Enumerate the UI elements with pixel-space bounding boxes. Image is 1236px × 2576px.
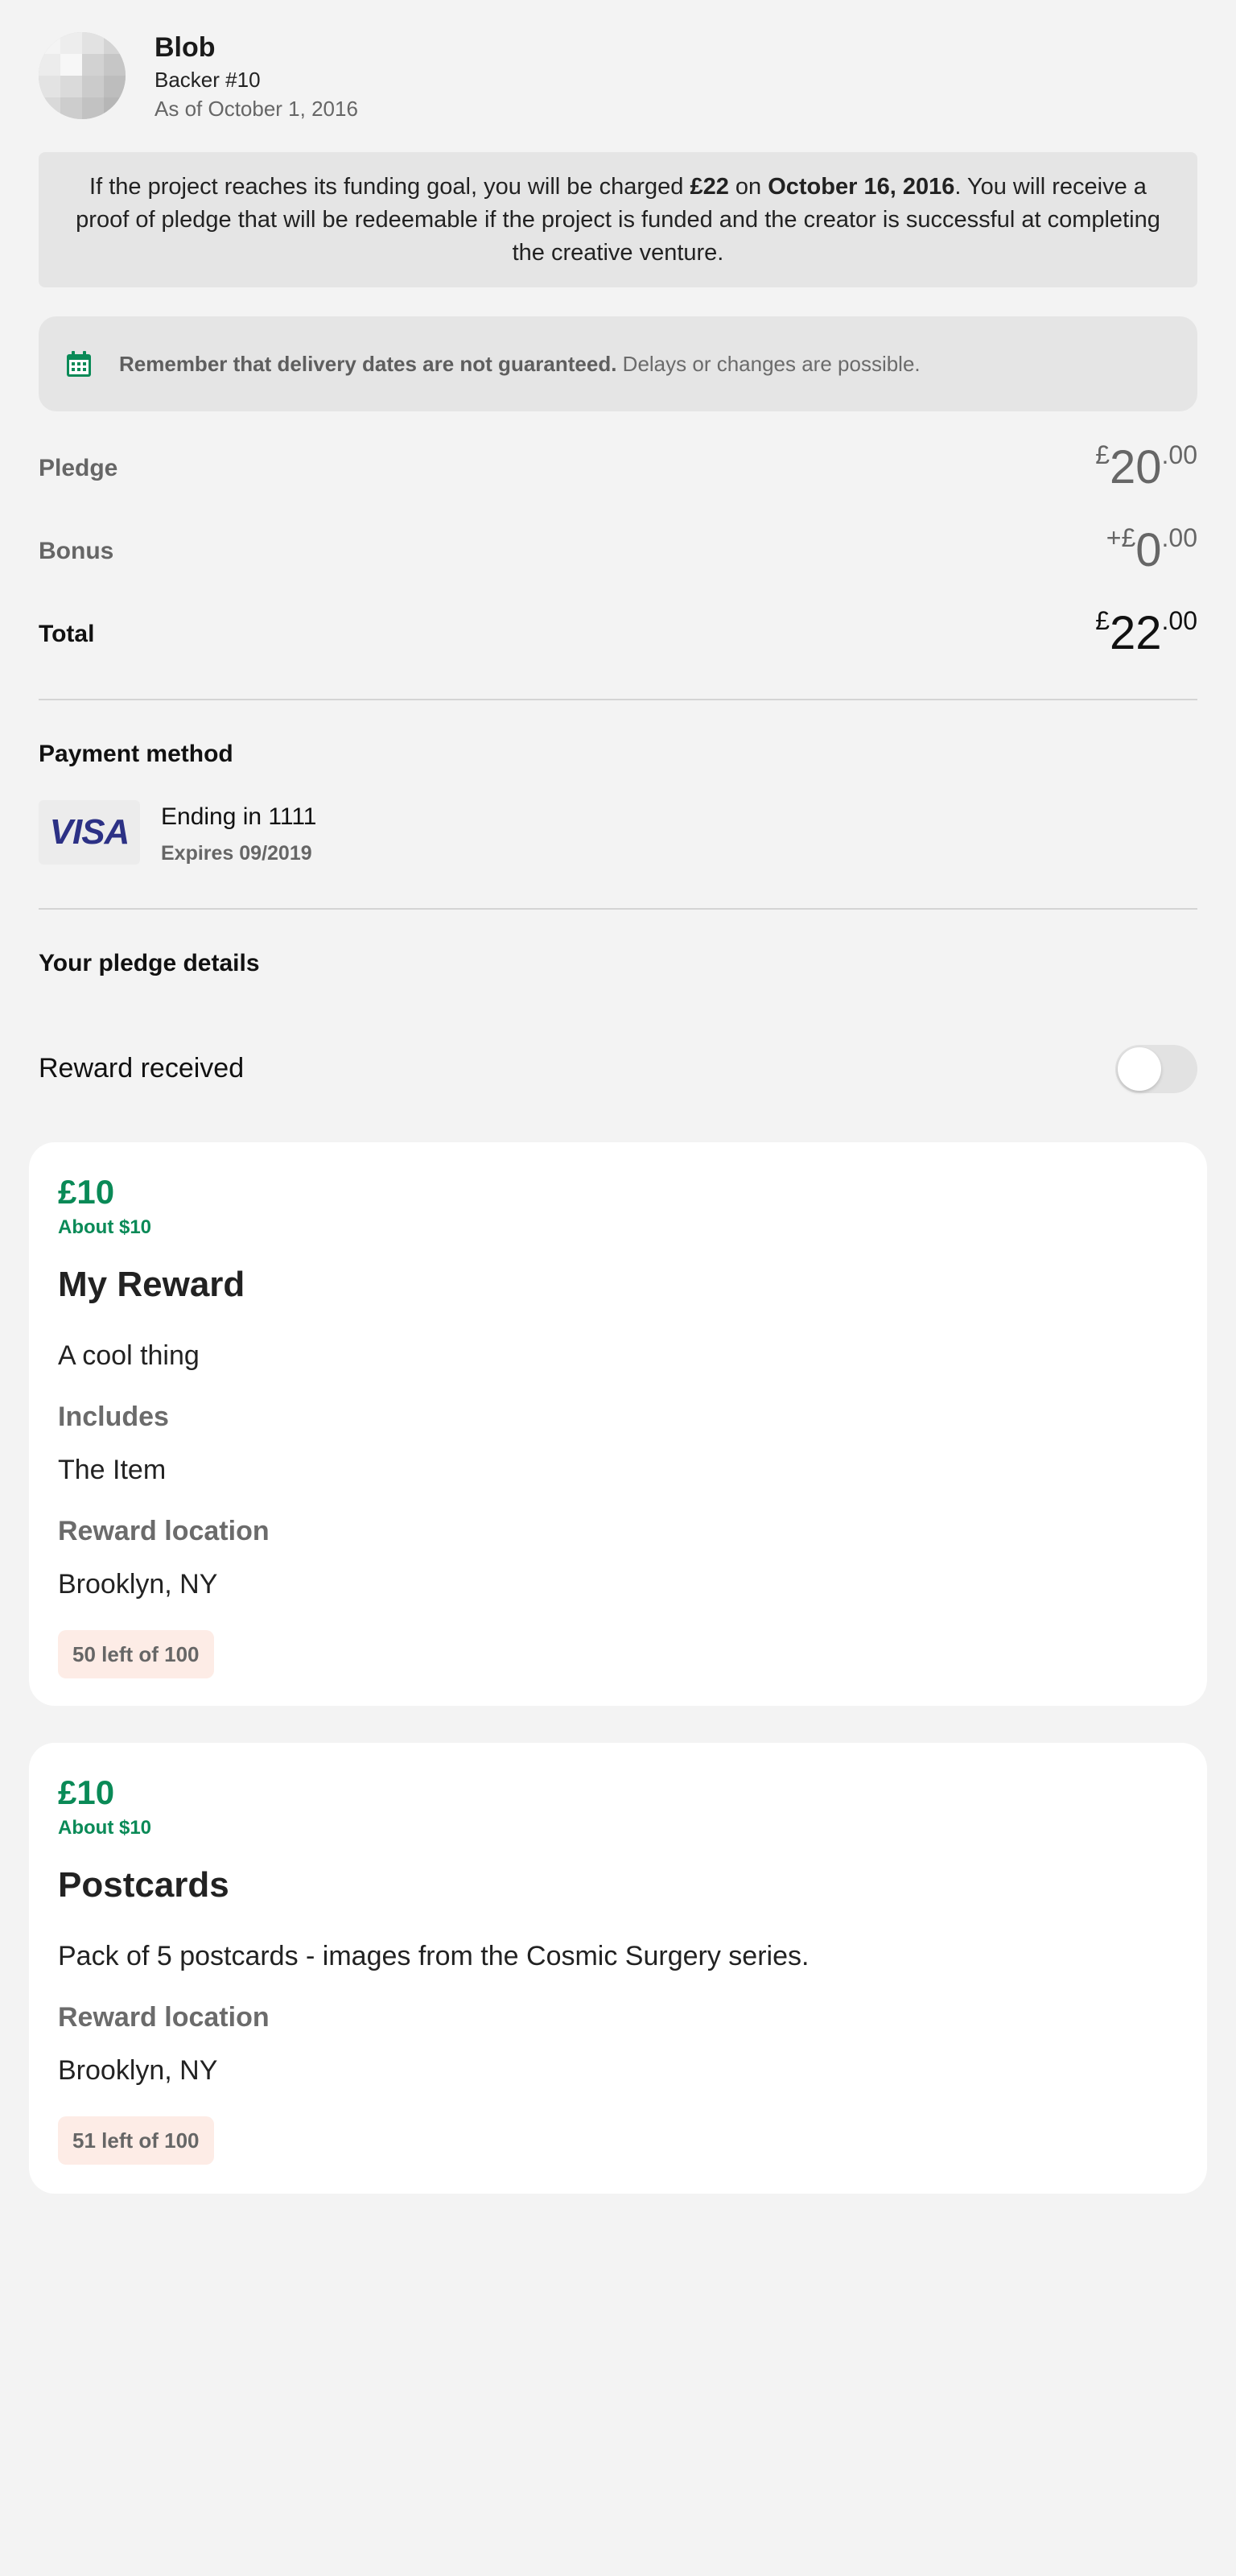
reward-description: Pack of 5 postcards - images from the Co… (58, 1941, 810, 1971)
divider (39, 908, 1197, 910)
reward-title: My Reward (58, 1265, 245, 1304)
reward-includes-item: The Item (58, 1455, 167, 1485)
reward-converted-price: About $10 (58, 1817, 152, 1839)
amount-cents: .00 (1161, 523, 1197, 552)
pledge-details-page: Blob Backer #10 As of October 1, 2016 If… (0, 0, 1236, 2576)
total-label: Total (39, 621, 95, 647)
amount-cents: .00 (1161, 440, 1197, 469)
delivery-warning-text: Remember that delivery dates are not gua… (119, 352, 921, 377)
pledge-label: Pledge (39, 455, 118, 481)
reward-card: £10 About $10 My Reward A cool thing Inc… (29, 1142, 1207, 1706)
reward-converted-price: About $10 (58, 1216, 152, 1238)
reward-location-label: Reward location (58, 2002, 270, 2033)
reward-price: £10 (58, 1773, 115, 1811)
notice-text-part: If the project reaches its funding goal,… (89, 173, 690, 200)
total-amount: £22.00 (1095, 606, 1197, 660)
toggle-knob (1118, 1047, 1161, 1091)
card-expiry: Expires 09/2019 (161, 842, 312, 865)
charge-notice: If the project reaches its funding goal,… (39, 152, 1197, 287)
calendar-icon (67, 351, 91, 377)
reward-title: Postcards (58, 1865, 229, 1905)
card-brand: VISA (49, 812, 130, 852)
currency-prefix: +£ (1106, 523, 1136, 552)
visa-card-logo: VISA (39, 800, 140, 865)
reward-location-label: Reward location (58, 1516, 270, 1546)
reward-description: A cool thing (58, 1340, 200, 1371)
avatar (39, 32, 126, 119)
backer-number: Backer #10 (154, 68, 261, 92)
backer-name: Blob (154, 32, 216, 63)
backer-as-of-date: As of October 1, 2016 (154, 97, 358, 121)
delivery-warning-bold: Remember that delivery dates are not gua… (119, 351, 617, 376)
amount-whole: 22 (1110, 607, 1162, 659)
reward-card: £10 About $10 Postcards Pack of 5 postca… (29, 1743, 1207, 2194)
reward-location: Brooklyn, NY (58, 1569, 218, 1600)
delivery-warning-rest: Delays or changes are possible. (616, 351, 921, 376)
bonus-amount: +£0.00 (1106, 523, 1197, 577)
charge-date: October 16, 2016 (768, 173, 955, 200)
bonus-row: Bonus +£0.00 (39, 523, 1197, 580)
backer-header: Blob Backer #10 As of October 1, 2016 (39, 32, 1197, 121)
reward-price: £10 (58, 1173, 115, 1211)
pledge-row: Pledge £20.00 (39, 440, 1197, 497)
currency-prefix: £ (1095, 606, 1110, 635)
total-row: Total £22.00 (39, 606, 1197, 663)
reward-location: Brooklyn, NY (58, 2055, 218, 2086)
delivery-warning: Remember that delivery dates are not gua… (39, 316, 1197, 411)
amount-whole: 0 (1135, 524, 1162, 576)
reward-includes-label: Includes (58, 1402, 169, 1432)
divider (39, 699, 1197, 700)
charge-amount: £22 (690, 173, 729, 200)
bonus-label: Bonus (39, 538, 114, 564)
reward-remaining-badge: 51 left of 100 (58, 2116, 214, 2165)
pledge-amount: £20.00 (1095, 440, 1197, 494)
charge-notice-text: If the project reaches its funding goal,… (63, 171, 1173, 270)
pledge-details-title: Your pledge details (39, 950, 260, 976)
reward-received-toggle[interactable] (1115, 1045, 1197, 1093)
currency-prefix: £ (1095, 440, 1110, 469)
amount-whole: 20 (1110, 441, 1162, 493)
reward-received-label: Reward received (39, 1053, 245, 1084)
notice-text-part: on (728, 173, 768, 200)
card-ending: Ending in 1111 (161, 803, 317, 830)
payment-method-title: Payment method (39, 741, 233, 767)
reward-remaining-badge: 50 left of 100 (58, 1630, 214, 1678)
amount-cents: .00 (1161, 606, 1197, 635)
